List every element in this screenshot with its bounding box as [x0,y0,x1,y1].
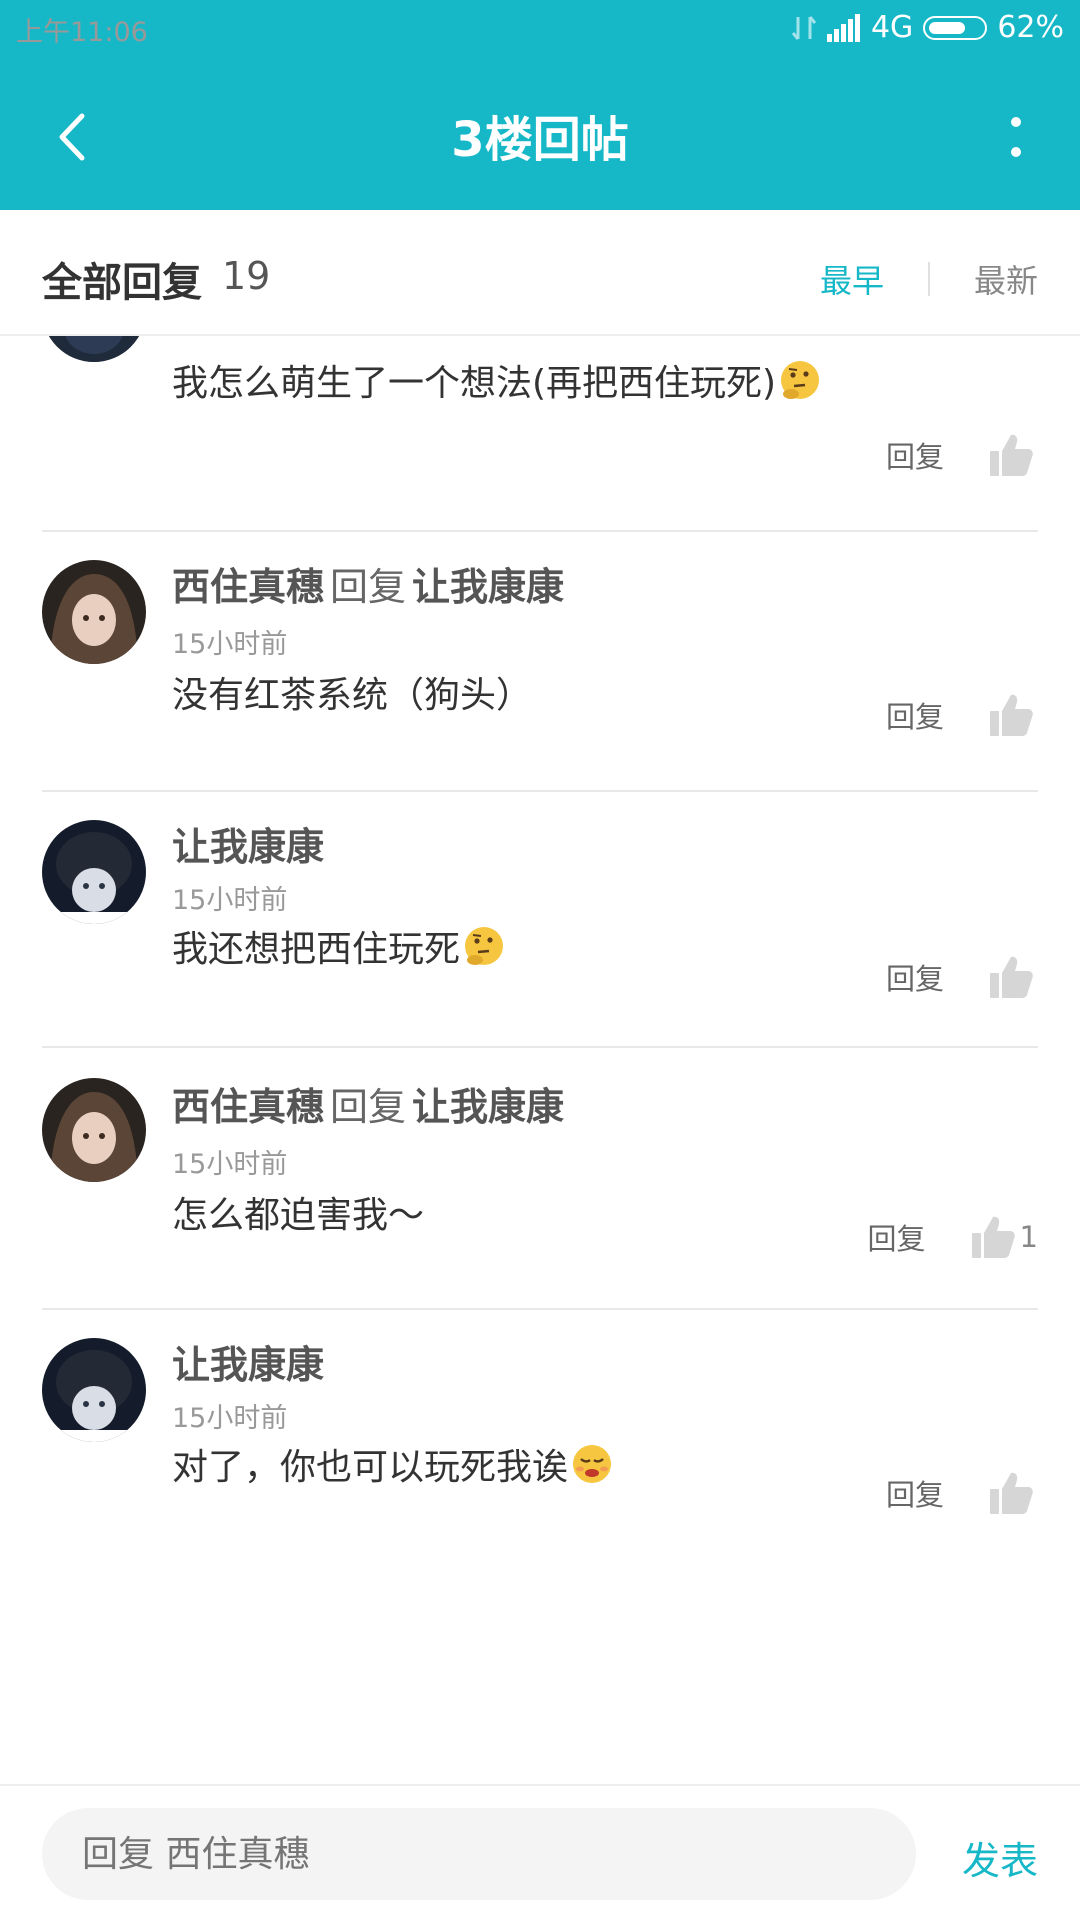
comment-author[interactable]: 让我康康 [172,1343,324,1387]
comment-item: 西住真穗 回复 让我康康 15小时前 怎么都迫害我～ 回复 1 [0,1048,1080,1310]
page-title: 3楼回帖 [451,112,629,168]
avatar[interactable] [42,1078,146,1182]
comment-time: 15小时前 [172,1403,288,1434]
like-count: 1 [1019,1220,1038,1254]
comment-author[interactable]: 西住真穗 [172,1085,324,1129]
avatar[interactable] [42,336,146,362]
battery-icon [923,15,988,40]
reply-button[interactable]: 回复 [886,1472,944,1514]
thinking-face-icon [465,927,504,965]
disappointed-face-icon [573,1445,612,1483]
reply-button[interactable]: 回复 [886,694,944,736]
app-bar: 3楼回帖 [0,56,1080,210]
more-button[interactable] [986,102,1046,172]
comment-text: 对了，你也可以玩死我诶 [172,1438,614,1490]
network-type: 4G [870,10,914,45]
comment-text: 我怎么萌生了一个想法(再把西住玩死) [172,354,822,406]
comment-author-line: 让我康康 [172,816,324,871]
comment-item: 西住真穗 回复 让我康康 15小时前 没有红茶系统（狗头） 回复 [0,532,1080,792]
comment-text: 我还想把西住玩死 [172,920,506,972]
comment-time: 15小时前 [172,629,288,660]
comment-time: 15小时前 [172,885,288,916]
comment-author[interactable]: 让我康康 [172,825,324,869]
reply-word: 回复 [330,1085,407,1129]
thumbs-up-icon[interactable] [988,432,1034,478]
replies-header: 全部回复 19 最早 最新 [0,210,1080,336]
sort-toggle: 最早 最新 [820,256,1038,302]
comment-actions: 回复 [886,1470,1038,1516]
sort-newest-button[interactable]: 最新 [974,256,1038,302]
comment-text: 没有红茶系统（狗头） [172,675,533,716]
replies-count: 19 [222,254,271,298]
comment-actions: 回复 1 [868,1214,1038,1260]
avatar[interactable] [42,560,146,664]
status-bar: 上午11:06 4G 62% [0,0,1080,56]
reply-to-user[interactable]: 让我康康 [412,1085,564,1129]
data-transfer-icon [791,15,817,40]
reply-button[interactable]: 回复 [886,956,944,998]
comment-actions: 回复 [886,692,1038,738]
comment-text: 怎么都迫害我～ [172,1195,425,1236]
reply-button[interactable]: 回复 [886,434,944,476]
avatar[interactable] [42,820,146,924]
status-icons: 4G 62% [791,10,1064,45]
sort-divider [927,262,930,296]
reply-composer: 发表 [0,1784,1080,1920]
status-time: 上午11:06 [16,17,148,48]
comment-author-line: 让我康康 [172,1334,324,1389]
avatar[interactable] [42,1338,146,1442]
reply-word: 回复 [330,565,407,609]
comment-item: 让我康康 15小时前 对了，你也可以玩死我诶 回复 [0,1310,1080,1610]
thumbs-up-icon[interactable] [988,692,1034,738]
comment-actions: 回复 [886,954,1038,1000]
more-vertical-icon [1011,117,1021,157]
thumbs-up-icon[interactable] [970,1214,1016,1260]
thinking-face-icon [781,361,820,399]
reply-input[interactable] [42,1808,916,1900]
comment-time: 15小时前 [172,1149,288,1180]
sort-earliest-button[interactable]: 最早 [820,256,884,302]
replies-label: 全部回复 [42,260,202,306]
thumbs-up-icon[interactable] [988,1470,1034,1516]
battery-percent: 62% [997,10,1064,45]
comment-author-line: 西住真穗 回复 让我康康 [172,1076,564,1131]
comment-author[interactable]: 西住真穗 [172,565,324,609]
comment-actions: 回复 [886,432,1038,478]
send-button[interactable]: 发表 [962,1830,1038,1885]
comment-item: 让我康康 15小时前 我还想把西住玩死 回复 [0,792,1080,1048]
comment-list[interactable]: 我怎么萌生了一个想法(再把西住玩死) 回复 西住真穗 回复 让我康康 15小时前 没… [0,336,1080,1784]
reply-button[interactable]: 回复 [868,1216,926,1258]
reply-to-user[interactable]: 让我康康 [412,565,564,609]
thumbs-up-icon[interactable] [988,954,1034,1000]
comment-item: 我怎么萌生了一个想法(再把西住玩死) 回复 [0,336,1080,532]
signal-icon [826,13,860,42]
comment-author-line: 西住真穗 回复 让我康康 [172,556,564,611]
